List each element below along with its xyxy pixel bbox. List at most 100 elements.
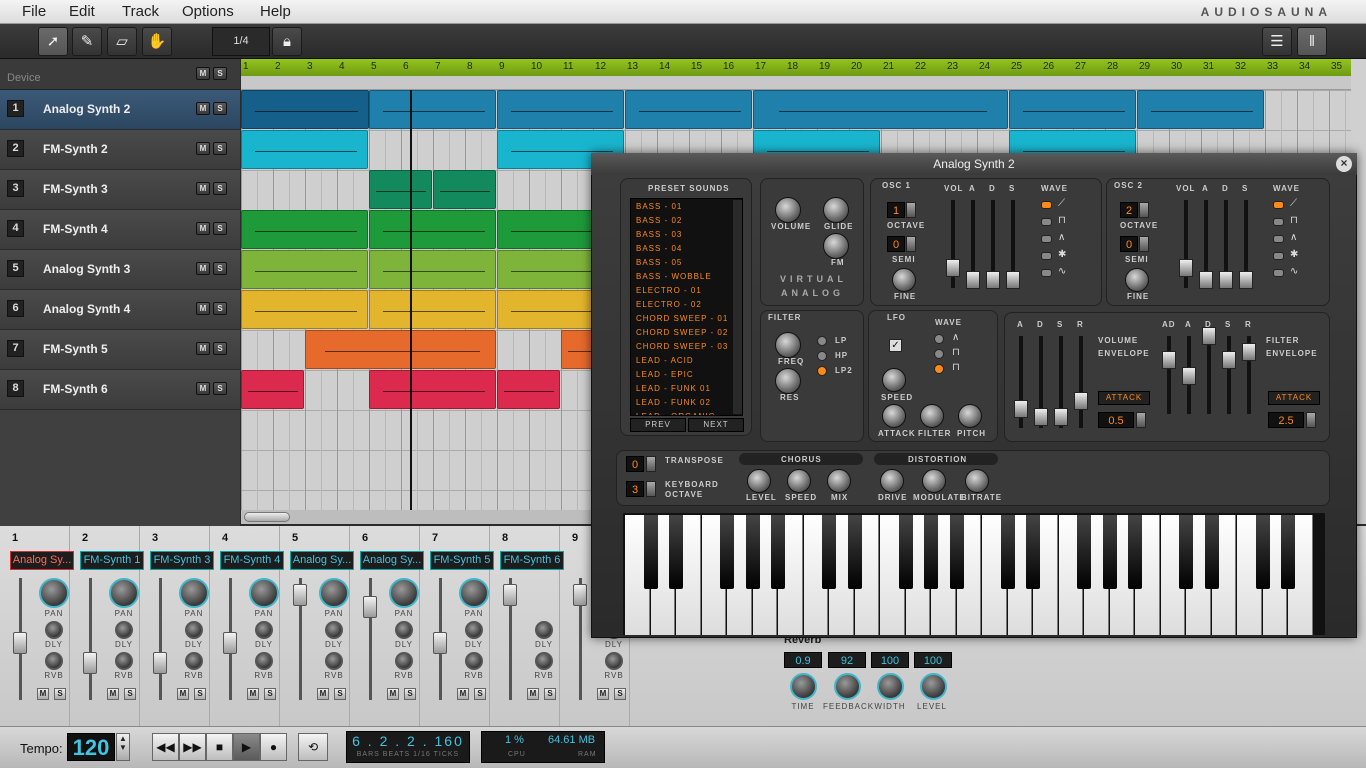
osc1-semi-value[interactable]: 0: [887, 236, 905, 252]
master-mute-button[interactable]: M: [196, 67, 210, 80]
clip[interactable]: [369, 210, 496, 249]
pan-knob[interactable]: [109, 578, 139, 608]
delay-knob[interactable]: [185, 621, 203, 639]
filt-env-attack-button[interactable]: ATTACK: [1268, 391, 1320, 405]
channel-solo-button[interactable]: S: [334, 688, 346, 700]
channel-mute-button[interactable]: M: [387, 688, 399, 700]
reverb-send-knob[interactable]: [395, 652, 413, 670]
track-row-1[interactable]: 1 Analog Synth 2 MS: [0, 90, 240, 130]
distortion-bitrate-knob[interactable]: [965, 469, 989, 493]
slider-cap[interactable]: [1219, 271, 1233, 289]
channel-mute-button[interactable]: M: [597, 688, 609, 700]
clip[interactable]: [433, 170, 496, 209]
filt-env-d-slider[interactable]: [1207, 336, 1211, 414]
slider-cap[interactable]: [986, 271, 1000, 289]
mute-button[interactable]: M: [196, 222, 210, 235]
pointer-tool-button[interactable]: ➚: [38, 27, 68, 56]
slider-cap[interactable]: [966, 271, 980, 289]
osc2-octave-value[interactable]: 2: [1120, 202, 1138, 218]
preset-item[interactable]: LEAD - ACID: [636, 356, 694, 365]
preset-item[interactable]: CHORD SWEEP - 03: [636, 342, 728, 351]
pan-knob[interactable]: [459, 578, 489, 608]
reverb-time-value[interactable]: 0.9: [784, 652, 822, 668]
clip[interactable]: [369, 90, 496, 129]
channel-solo-button[interactable]: S: [404, 688, 416, 700]
filt-env-value[interactable]: 2.5: [1268, 412, 1304, 428]
filt-env-ad-slider[interactable]: [1167, 336, 1171, 414]
fast-forward-button[interactable]: ▶▶: [179, 733, 206, 761]
clip[interactable]: [369, 250, 496, 289]
preset-item[interactable]: LEAD - FUNK 02: [636, 398, 711, 407]
solo-button[interactable]: S: [213, 382, 227, 395]
mute-button[interactable]: M: [196, 102, 210, 115]
track-row-8[interactable]: 8 FM-Synth 6 MS: [0, 370, 240, 410]
volume-fader-handle[interactable]: [363, 596, 377, 618]
slider-cap[interactable]: [1242, 343, 1256, 361]
prev-preset-button[interactable]: PREV: [630, 418, 686, 432]
mute-button[interactable]: M: [196, 302, 210, 315]
black-key[interactable]: [847, 515, 862, 589]
mute-button[interactable]: M: [196, 182, 210, 195]
black-key[interactable]: [924, 515, 938, 589]
channel-name[interactable]: Analog Sy...: [360, 551, 424, 570]
menu-file[interactable]: File: [22, 3, 46, 20]
slider-cap[interactable]: [1054, 408, 1068, 426]
snap-lock-button[interactable]: 🔒︎: [272, 27, 302, 56]
vol-env-r-slider[interactable]: [1079, 336, 1083, 428]
reverb-level-knob[interactable]: [920, 673, 947, 700]
pan-knob[interactable]: [39, 578, 69, 608]
lfo-speed-knob[interactable]: [882, 368, 906, 392]
channel-mute-button[interactable]: M: [177, 688, 189, 700]
preset-item[interactable]: LEAD - ORGANIC: [636, 412, 715, 415]
slider-cap[interactable]: [1239, 271, 1253, 289]
clip[interactable]: [497, 90, 624, 129]
reverb-send-knob[interactable]: [325, 652, 343, 670]
transpose-value[interactable]: 0: [626, 456, 644, 472]
filter-lp-button[interactable]: [817, 336, 827, 346]
mute-button[interactable]: M: [196, 262, 210, 275]
clip[interactable]: [753, 90, 1008, 129]
chorus-speed-knob[interactable]: [787, 469, 811, 493]
black-key[interactable]: [745, 515, 760, 589]
filt-env-s-slider[interactable]: [1227, 336, 1231, 414]
glide-knob[interactable]: [823, 197, 849, 223]
channel-name[interactable]: FM-Synth 4: [220, 551, 284, 570]
clip[interactable]: [241, 130, 368, 169]
slider-cap[interactable]: [1006, 271, 1020, 289]
pan-knob[interactable]: [389, 578, 419, 608]
black-key[interactable]: [720, 515, 734, 589]
osc1-wave-saw[interactable]: [1041, 201, 1052, 209]
menu-help[interactable]: Help: [260, 3, 291, 20]
chorus-mix-knob[interactable]: [827, 469, 851, 493]
loop-button[interactable]: ⟲: [298, 733, 328, 761]
solo-button[interactable]: S: [213, 182, 227, 195]
osc1-wave-square[interactable]: [1041, 218, 1052, 226]
slider-cap[interactable]: [1014, 400, 1028, 418]
preset-item[interactable]: BASS - 05: [636, 258, 682, 267]
transpose-stepper[interactable]: [646, 456, 656, 472]
mute-button[interactable]: M: [196, 342, 210, 355]
solo-button[interactable]: S: [213, 222, 227, 235]
keyboard-octave-value[interactable]: 3: [626, 481, 644, 497]
channel-mute-button[interactable]: M: [37, 688, 49, 700]
osc2-semi-value[interactable]: 0: [1120, 236, 1138, 252]
pan-knob[interactable]: [319, 578, 349, 608]
solo-button[interactable]: S: [213, 262, 227, 275]
reverb-send-knob[interactable]: [255, 652, 273, 670]
mute-button[interactable]: M: [196, 142, 210, 155]
play-button[interactable]: ▶: [233, 733, 260, 761]
delay-knob[interactable]: [115, 621, 133, 639]
channel-mute-button[interactable]: M: [457, 688, 469, 700]
volume-fader-handle[interactable]: [503, 584, 517, 606]
channel-solo-button[interactable]: S: [54, 688, 66, 700]
osc1-wave-noise[interactable]: [1041, 252, 1052, 260]
reverb-send-knob[interactable]: [185, 652, 203, 670]
volume-knob[interactable]: [775, 197, 801, 223]
black-key[interactable]: [898, 515, 913, 589]
next-preset-button[interactable]: NEXT: [688, 418, 744, 432]
black-key[interactable]: [1281, 515, 1295, 589]
tempo-input[interactable]: 120: [67, 733, 115, 761]
preset-item[interactable]: ELECTRO - 01: [636, 286, 702, 295]
clip[interactable]: [1137, 90, 1264, 129]
osc2-wave-saw[interactable]: [1273, 201, 1284, 209]
